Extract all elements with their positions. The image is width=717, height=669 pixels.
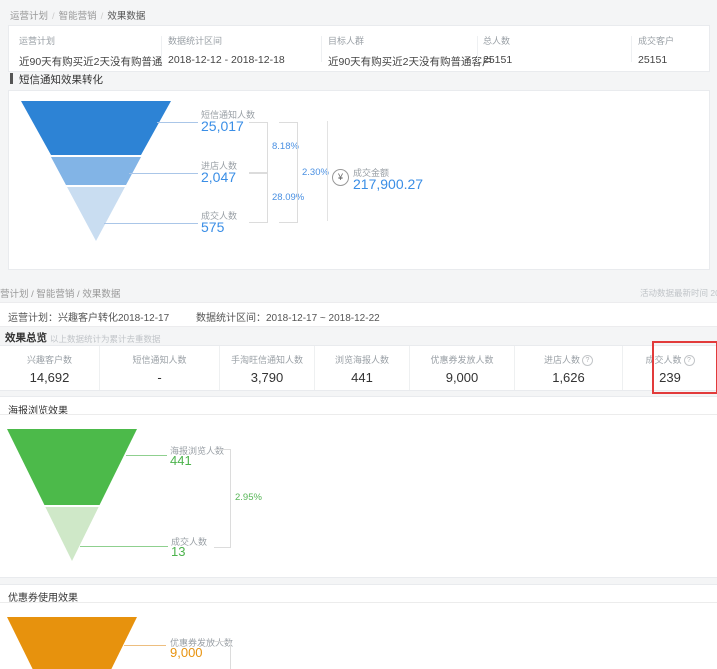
metric-label: 优惠券发放人数	[410, 353, 514, 366]
summary-label: 成交客户	[638, 34, 674, 47]
metric-label-text: 进店人数	[544, 355, 580, 365]
summary-value: 2018-12-12 - 2018-12-18	[168, 54, 285, 66]
funnel-segment-store-visits[interactable]	[21, 157, 171, 185]
breadcrumb-item-marketing[interactable]: 智能营销	[59, 11, 97, 22]
title-bar-icon	[10, 73, 13, 84]
stage-value: 441	[170, 453, 192, 468]
breadcrumb-separator: /	[52, 11, 55, 22]
funnel-segment-sms-notified[interactable]	[21, 101, 171, 155]
metric-label: 兴趣客户数	[0, 353, 99, 366]
deal-count-highlight-box	[652, 341, 717, 394]
connector-line	[124, 645, 166, 646]
rate-overall: 2.30%	[302, 167, 329, 178]
divider	[321, 36, 322, 62]
rate-bracket	[214, 449, 231, 548]
yen-icon: ¥	[332, 169, 349, 186]
summary-date-range: 数据统计区间 2018-12-12 - 2018-12-18	[168, 34, 285, 66]
summary-deal-customers: 成交客户 25151	[638, 34, 674, 66]
summary-plan: 运营计划 近90天有购买近2天没有购普通	[19, 34, 163, 69]
sms-funnel-chart	[21, 101, 171, 241]
metric-interest-customers: 兴趣客户数 14,692	[0, 346, 100, 390]
metric-value: -	[100, 370, 219, 385]
rate-bracket	[249, 122, 268, 173]
amount-value: 217,900.27	[353, 176, 423, 192]
rate-bracket	[249, 173, 268, 223]
breadcrumb-separator: /	[101, 11, 104, 22]
metric-label: 手淘旺信通知人数	[220, 353, 314, 366]
plan-name: 运营计划：兴趣客户转化2018-12-17	[8, 309, 169, 324]
breadcrumb-clipped[interactable]: 营计划 / 智能营销 / 效果数据	[0, 286, 120, 300]
metric-sms-notified: 短信通知人数 -	[100, 346, 220, 390]
summary-label: 运营计划	[19, 34, 163, 47]
poster-funnel-chart	[7, 429, 137, 561]
funnel-segment-poster-views[interactable]	[7, 429, 137, 505]
connector-line	[129, 173, 198, 174]
metric-value: 441	[315, 370, 409, 385]
sms-funnel-section-title: 短信通知效果转化	[10, 72, 103, 87]
stage-value: 575	[201, 219, 224, 235]
metric-value: 14,692	[0, 370, 99, 385]
breadcrumb-item-effect-data: 效果数据	[107, 11, 145, 22]
breadcrumb-text: 营计划 / 智能营销 / 效果数据	[0, 289, 120, 300]
summary-target-audience: 目标人群 近90天有购买近2天没有购普通客户	[328, 34, 493, 69]
summary-label: 目标人群	[328, 34, 493, 47]
poster-effect-panel: 海报浏览效果 海报浏览人数 441 成交人数 13 2.95%	[0, 396, 717, 578]
summary-value: 近90天有购买近2天没有购普通客户	[328, 54, 493, 69]
rate-bracket	[279, 122, 298, 223]
data-update-note: 活动数据最新时间 2018-12	[640, 287, 717, 299]
connector-line	[126, 455, 167, 456]
divider	[327, 121, 328, 221]
connector-line	[104, 223, 198, 224]
metric-value: 9,000	[410, 370, 514, 385]
section-title-text: 短信通知效果转化	[19, 74, 103, 86]
metrics-table: 兴趣客户数 14,692 短信通知人数 - 手淘旺信通知人数 3,790 浏览海…	[0, 345, 717, 391]
metric-wangxin-notified: 手淘旺信通知人数 3,790	[220, 346, 315, 390]
sms-funnel-panel: 短信通知人数 25,017 进店人数 2,047 成交人数 575 8.18% …	[8, 90, 710, 270]
metric-label: 浏览海报人数	[315, 353, 409, 366]
metric-value: 1,626	[515, 370, 622, 385]
summary-label: 总人数	[483, 34, 512, 47]
divider	[0, 602, 717, 603]
divider	[0, 414, 717, 415]
coupon-funnel-chart	[7, 617, 137, 669]
summary-value: 25151	[638, 54, 674, 66]
connector-line	[80, 546, 168, 547]
overview-title: 效果总览	[5, 330, 47, 345]
metric-poster-views: 浏览海报人数 441	[315, 346, 410, 390]
funnel-segment-coupons-issued[interactable]	[7, 617, 137, 669]
stage-value: 13	[171, 544, 185, 559]
campaign-summary-card: 运营计划 近90天有购买近2天没有购普通 数据统计区间 2018-12-12 -…	[8, 25, 710, 72]
summary-value: 25151	[483, 54, 512, 66]
dashboard-page: 运营计划/智能营销/效果数据 运营计划 近90天有购买近2天没有购普通 数据统计…	[0, 0, 717, 669]
summary-total-count: 总人数 25151	[483, 34, 512, 66]
divider	[477, 36, 478, 62]
funnel-segment-deals[interactable]	[21, 187, 171, 241]
coupon-effect-panel: 优惠券使用效果 优惠券发放人数 9,000	[0, 584, 717, 669]
stage-value: 9,000	[170, 645, 203, 660]
plan-info-row: 运营计划：兴趣客户转化2018-12-17 数据统计区间：2018-12-17 …	[0, 302, 717, 327]
overview-note: 以上数据统计为累计去重数据	[50, 333, 161, 345]
connector-line	[157, 122, 198, 123]
metric-label: 进店人数?	[515, 353, 622, 366]
breadcrumb: 运营计划/智能营销/效果数据	[10, 8, 145, 22]
divider	[161, 36, 162, 62]
metric-label: 短信通知人数	[100, 353, 219, 366]
summary-label: 数据统计区间	[168, 34, 285, 47]
breadcrumb-item-plan[interactable]: 运营计划	[10, 11, 48, 22]
poster-conversion-rate: 2.95%	[235, 492, 262, 503]
metric-value: 3,790	[220, 370, 314, 385]
summary-value: 近90天有购买近2天没有购普通	[19, 54, 163, 69]
rate-bracket	[214, 641, 231, 669]
metric-coupons-issued: 优惠券发放人数 9,000	[410, 346, 515, 390]
info-icon[interactable]: ?	[582, 355, 593, 366]
stage-value: 2,047	[201, 169, 236, 185]
plan-date-range: 数据统计区间：2018-12-17 ~ 2018-12-22	[196, 309, 380, 324]
divider	[631, 36, 632, 62]
funnel-segment-poster-deals[interactable]	[7, 507, 137, 561]
metric-store-visits: 进店人数? 1,626	[515, 346, 623, 390]
stage-value: 25,017	[201, 118, 244, 134]
